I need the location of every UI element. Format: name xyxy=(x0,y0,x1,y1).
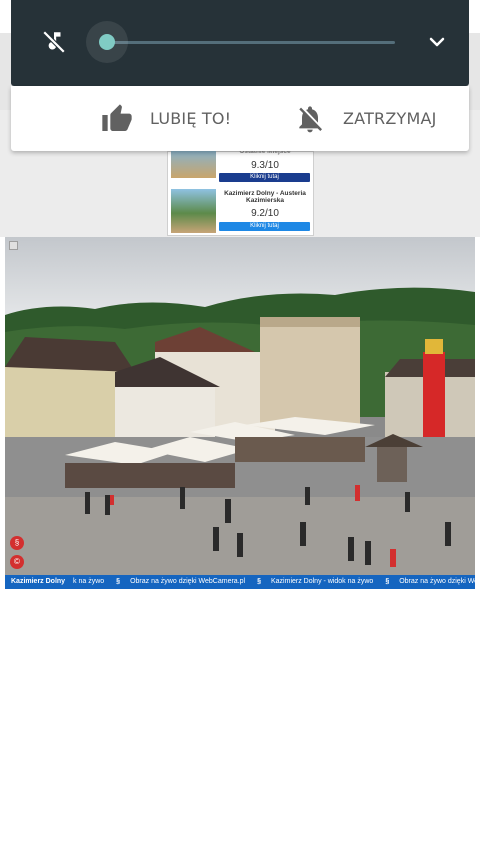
webcamera-logo-icon: § xyxy=(116,578,121,585)
webcam-scene xyxy=(5,237,475,589)
hotel-ad-card[interactable]: Ostatnie Miejsce 9.3/10 Kliknij tutaj Ka… xyxy=(167,146,314,236)
chevron-down-icon[interactable] xyxy=(425,30,449,54)
ad-item[interactable]: Kazimierz Dolny - Austeria Kazimierska 9… xyxy=(168,187,313,233)
webcam-badge[interactable]: © xyxy=(10,555,24,569)
webcam-image[interactable] xyxy=(5,237,475,589)
like-button[interactable]: LUBIĘ TO! xyxy=(101,86,231,151)
ad-hotel-name: Kazimierz Dolny - Austeria Kazimierska xyxy=(224,190,306,204)
like-label: LUBIĘ TO! xyxy=(150,109,232,128)
ticker-text: Obraz na żywo dzięki WebCamera.pl xyxy=(130,578,246,585)
stop-button[interactable]: ZATRZYMAJ xyxy=(294,86,437,151)
seek-thumb[interactable] xyxy=(99,34,115,50)
ticker-text: Kazimierz Dolny - widok na żywo xyxy=(271,578,374,585)
notifications-off-icon xyxy=(299,105,322,132)
media-notification-header xyxy=(11,0,469,86)
webcam-badge[interactable]: § xyxy=(10,536,24,550)
media-notification-actions: LUBIĘ TO! ZATRZYMAJ xyxy=(11,86,469,151)
webcamera-logo-icon: § xyxy=(257,578,261,585)
thumb-up-icon xyxy=(102,103,132,131)
ticker-text: k na żywo xyxy=(73,578,105,585)
ticker-text: Obraz na żywo dzięki WebCam xyxy=(399,578,475,585)
ad-rating: 9.3/10 xyxy=(251,160,279,171)
seek-bar[interactable] xyxy=(107,41,395,44)
webcamera-logo-icon: § xyxy=(385,578,390,585)
ad-rating: 9.2/10 xyxy=(251,208,279,219)
webcam-ticker: Kazimierz Dolny k na żywo § Obraz na żyw… xyxy=(5,575,475,589)
ad-click-button[interactable]: Kliknij tutaj xyxy=(219,222,310,231)
ad-click-button[interactable]: Kliknij tutaj xyxy=(219,173,310,182)
stop-label: ZATRZYMAJ xyxy=(343,109,437,128)
music-off-icon[interactable] xyxy=(41,29,67,55)
broken-image-icon xyxy=(9,241,18,250)
screen: Ostatnie Miejsce 9.3/10 Kliknij tutaj Ka… xyxy=(0,0,480,853)
ad-thumbnail xyxy=(171,189,216,233)
ticker-text: Kazimierz Dolny xyxy=(11,578,66,585)
